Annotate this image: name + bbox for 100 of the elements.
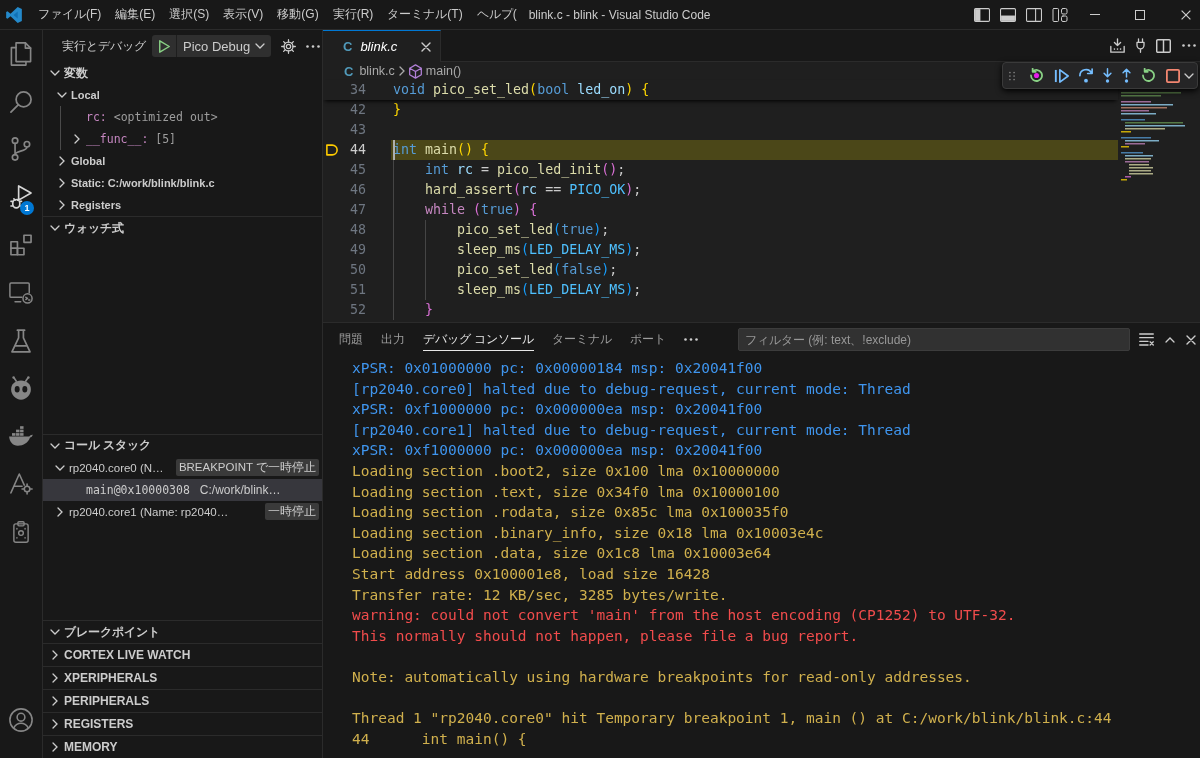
chevron-right-icon[interactable] <box>57 506 63 517</box>
panel-tab[interactable]: 問題 <box>339 328 363 351</box>
menu-item[interactable]: ターミナル(T) <box>383 4 467 25</box>
close-icon[interactable] <box>1181 9 1191 20</box>
maximize-icon[interactable] <box>1135 9 1145 20</box>
monitor-icon[interactable] <box>9 281 33 304</box>
menu-item[interactable]: 移動(G) <box>273 4 323 25</box>
ellipsis-icon[interactable] <box>684 338 699 341</box>
section-header[interactable]: 変数 <box>43 62 322 84</box>
alien-icon[interactable] <box>11 376 31 401</box>
gear-icon[interactable] <box>281 38 297 54</box>
menu-item[interactable]: ヘルプ( <box>472 4 521 25</box>
console-line: [rp2040.core0] halted due to debug-request, current mode: Thread <box>352 379 912 399</box>
search-icon[interactable] <box>10 90 32 113</box>
clear-list-icon[interactable] <box>1139 333 1154 346</box>
sidebar-layout-icon[interactable] <box>974 7 990 22</box>
chevron-right-icon[interactable] <box>59 200 65 210</box>
grip-icon[interactable] <box>1009 70 1015 81</box>
status-badge: 一時停止 <box>265 503 319 521</box>
launch-config-select[interactable]: Pico Debug <box>176 35 272 57</box>
restart-icon[interactable] <box>1141 68 1156 83</box>
menu-item[interactable]: ファイル(F) <box>34 4 106 25</box>
chevron-right-icon[interactable] <box>59 156 65 166</box>
section-header[interactable]: REGISTERS <box>43 713 322 735</box>
whale-icon[interactable] <box>9 426 33 447</box>
breadcrumb-item[interactable]: main() <box>408 63 462 79</box>
split-layout-icon[interactable] <box>1026 7 1042 22</box>
continue-icon[interactable] <box>1054 68 1069 83</box>
chevron-down-icon[interactable] <box>57 92 67 98</box>
breadcrumb-item[interactable]: C blink.c <box>344 63 395 79</box>
console-line: Loading section .rodata, size 0x85c lma 0x100035f0 <box>352 503 790 523</box>
menu-item[interactable]: 編集(E) <box>111 4 160 25</box>
step-into-icon[interactable] <box>1103 68 1112 83</box>
play-bug-icon[interactable] <box>10 185 32 210</box>
cube-icon <box>408 63 422 79</box>
menu-item[interactable]: 表示(V) <box>219 4 268 25</box>
triangle-gear-icon[interactable] <box>9 473 33 496</box>
flask-icon[interactable] <box>11 328 31 353</box>
chevron-up-icon[interactable] <box>1165 336 1175 343</box>
panel-tab[interactable]: ターミナル <box>552 328 613 351</box>
close-icon[interactable] <box>1186 334 1196 345</box>
call-stack-row[interactable]: rp2040.core1 (Name: rp2040… 一時停止 <box>43 500 322 523</box>
chevron-down-icon[interactable] <box>50 629 60 635</box>
step-out-icon[interactable] <box>1122 68 1131 83</box>
step-over-icon[interactable] <box>1079 68 1093 83</box>
play-icon[interactable] <box>159 39 170 53</box>
chevron-right-icon[interactable] <box>52 650 58 660</box>
chevron-right-icon[interactable] <box>74 134 80 144</box>
section-header[interactable]: ブレークポイント <box>43 621 322 643</box>
text-cursor <box>393 140 395 160</box>
chevron-down-icon[interactable] <box>50 70 60 76</box>
chevron-down-icon[interactable] <box>1184 72 1194 79</box>
call-stack-row[interactable]: main@0x10000308 C:/work/blink… <box>43 478 322 501</box>
call-stack-row[interactable]: rp2040.core0 (N… BREAKPOINT で一時停止 <box>43 456 322 479</box>
section-header[interactable]: ウォッチ式 <box>43 217 322 239</box>
stop-icon[interactable] <box>1166 68 1180 83</box>
user-icon[interactable] <box>9 708 33 733</box>
ellipsis-icon[interactable] <box>1182 44 1196 47</box>
panel-tab[interactable]: 出力 <box>381 328 405 351</box>
chevron-down-icon[interactable] <box>50 225 60 231</box>
clipboard-icon[interactable] <box>13 520 29 543</box>
editor-tab[interactable]: C blink.c <box>323 30 441 62</box>
menu-item[interactable]: 選択(S) <box>165 4 214 25</box>
scope-label[interactable]: Registers <box>71 199 122 211</box>
chevron-right-icon[interactable] <box>52 742 58 752</box>
split-editor-icon[interactable] <box>1156 38 1171 53</box>
scope-label[interactable]: Static: C:/work/blink/blink.c <box>71 177 215 189</box>
section-header[interactable]: XPERIPHERALS <box>43 667 322 689</box>
chevron-down-icon[interactable] <box>55 464 65 471</box>
chevron-right-icon[interactable] <box>52 673 58 683</box>
frame-function: main@0x10000308 <box>86 482 190 497</box>
status-badge: BREAKPOINT で一時停止 <box>175 459 319 477</box>
panel-tab[interactable]: ポート <box>630 328 667 351</box>
console-line: 44 int main() { <box>352 729 528 749</box>
branch-icon[interactable] <box>11 137 31 162</box>
ellipsis-icon[interactable] <box>306 44 321 48</box>
chevron-right-icon[interactable] <box>52 696 58 706</box>
filter-field[interactable]: フィルター (例: text、!exclude) <box>738 328 1130 351</box>
variable-entry[interactable]: rc: <optimized out> <box>86 110 218 124</box>
scope-label[interactable]: Global <box>71 155 106 167</box>
chevron-right-icon[interactable] <box>59 178 65 188</box>
section-header[interactable]: コール スタック <box>43 434 322 457</box>
plug-icon[interactable] <box>1136 38 1145 53</box>
menu-item[interactable]: 実行(R) <box>328 4 378 25</box>
chevron-down-icon[interactable] <box>50 442 60 449</box>
layout-grid-icon[interactable] <box>1052 7 1068 22</box>
panel-layout-icon[interactable] <box>1000 7 1016 22</box>
section-header[interactable]: MEMORY <box>43 736 322 758</box>
section-header[interactable]: PERIPHERALS <box>43 690 322 712</box>
close-icon[interactable] <box>421 41 431 52</box>
panel-tab[interactable]: デバッグ コンソール <box>423 328 535 351</box>
circular-arrow-dot-icon[interactable] <box>1029 68 1044 83</box>
scope-label[interactable]: Local <box>71 89 100 101</box>
files-icon[interactable] <box>10 41 32 66</box>
console-line: Transfer rate: 12 KB/sec, 3285 bytes/write. <box>352 585 729 605</box>
section-header[interactable]: CORTEX LIVE WATCH <box>43 644 322 666</box>
tray-arrow-icon[interactable] <box>1110 38 1125 53</box>
variable-entry[interactable]: __func__: [5] <box>86 132 177 146</box>
blocks-icon[interactable] <box>10 234 32 257</box>
chevron-right-icon[interactable] <box>52 719 58 729</box>
